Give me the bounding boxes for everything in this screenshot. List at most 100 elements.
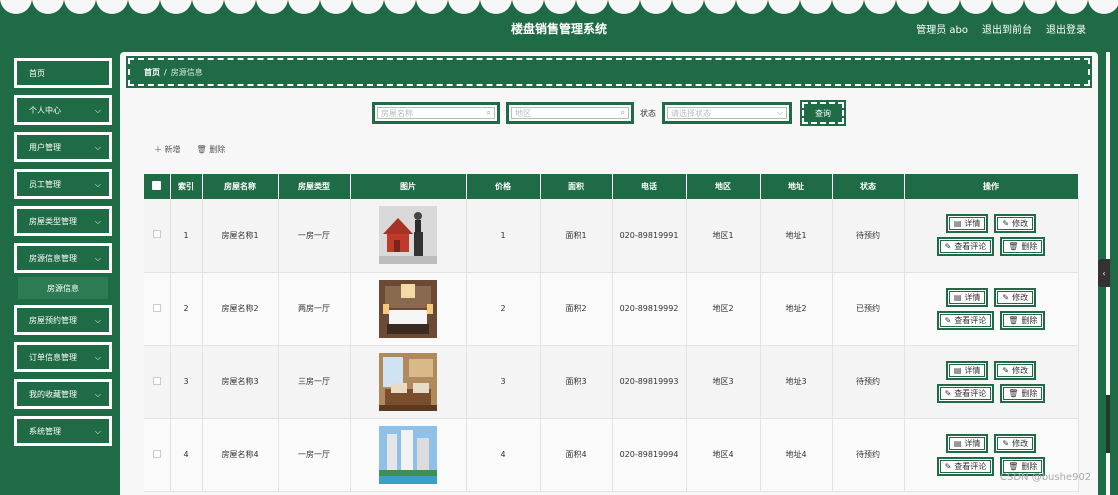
edit-label: 修改 xyxy=(1012,292,1029,302)
search-icon: ⌕ xyxy=(486,108,491,117)
row-checkbox[interactable] xyxy=(152,449,161,458)
top-bar: 楼盘销售管理系统 管理员 abo 退出到前台 退出登录 xyxy=(0,0,1118,48)
delete-button[interactable]: 🗑 删除 xyxy=(197,144,226,155)
detail-button[interactable]: ▤ 详情 xyxy=(945,214,989,234)
delete-row-button[interactable]: 🗑 删除 xyxy=(1000,383,1046,403)
edit-button[interactable]: ✎ 修改 xyxy=(994,287,1037,307)
cell-price: 3 xyxy=(466,345,541,419)
select-all-checkbox[interactable] xyxy=(144,174,171,199)
detail-button[interactable]: ▤ 详情 xyxy=(945,433,989,453)
delete-row-button[interactable]: 🗑 删除 xyxy=(1000,310,1046,330)
cell-operations: ▤ 详情 ✎ 修改 ✎ 查看评论 🗑 删除 xyxy=(904,272,1079,346)
cell-phone: 020-89819992 xyxy=(612,272,687,346)
sidebar-item-booking-management[interactable]: 房屋预约管理 ⌵ xyxy=(14,305,112,335)
cell-image xyxy=(350,272,467,346)
review-label: 查看评论 xyxy=(954,315,987,325)
add-button[interactable]: ＋ 新增 xyxy=(154,144,181,155)
add-label: 新增 xyxy=(164,145,181,154)
status-select[interactable]: 请选择状态 ⌵ xyxy=(662,102,792,124)
sidebar-item-favorites-management[interactable]: 我的收藏管理 ⌵ xyxy=(14,379,112,409)
row-checkbox[interactable] xyxy=(152,230,161,239)
col-header: 索引 xyxy=(170,174,203,199)
review-label: 查看评论 xyxy=(954,461,987,471)
row-checkbox[interactable] xyxy=(152,303,161,312)
detail-button[interactable]: ▤ 详情 xyxy=(945,360,989,380)
edit-label: 修改 xyxy=(1012,365,1029,375)
scrollbar-thumb[interactable] xyxy=(1106,395,1110,453)
pencil-icon: ✎ xyxy=(944,242,952,252)
edit-button[interactable]: ✎ 修改 xyxy=(994,360,1037,380)
delete-row-label: 删除 xyxy=(1021,388,1038,398)
query-button[interactable]: 查询 xyxy=(800,100,846,126)
cell-region: 地区2 xyxy=(686,272,761,346)
exit-to-front-link[interactable]: 退出到前台 xyxy=(982,21,1032,36)
sidebar-item-label: 用户管理 xyxy=(29,142,61,152)
cell-phone: 020-89819993 xyxy=(612,345,687,419)
edit-label: 修改 xyxy=(1012,438,1029,448)
row-checkbox[interactable] xyxy=(152,376,161,385)
document-icon: ▤ xyxy=(953,365,962,375)
sidebar-item-system-management[interactable]: 系统管理 ⌵ xyxy=(14,416,112,446)
sidebar-item-personal-center[interactable]: 个人中心 ⌵ xyxy=(14,95,112,125)
chevron-down-icon: ⌵ xyxy=(94,217,101,226)
main-content: 首页 / 房源信息 房屋名称 ⌕ 地区 ⌕ 状态 请选择状态 ⌵ 查询 ＋ 新增… xyxy=(120,52,1098,495)
document-icon: ▤ xyxy=(953,219,962,229)
edit-button[interactable]: ✎ 修改 xyxy=(994,214,1037,234)
cell-index: 2 xyxy=(170,272,203,346)
sidebar: 首页 个人中心 ⌵ 用户管理 ⌵ 员工管理 ⌵ 房屋类型管理 ⌵ 房源信息管理 ⌵ 房源信… xyxy=(14,58,112,453)
cell-name: 房屋名称2 xyxy=(202,272,279,346)
view-reviews-button[interactable]: ✎ 查看评论 xyxy=(936,310,995,330)
pencil-icon: ✎ xyxy=(944,388,952,398)
detail-button[interactable]: ▤ 详情 xyxy=(945,287,989,307)
edit-button[interactable]: ✎ 修改 xyxy=(994,433,1037,453)
house-photo-4[interactable] xyxy=(379,425,437,484)
sidebar-item-home[interactable]: 首页 xyxy=(14,58,112,88)
collapse-panel-tab[interactable]: ‹ xyxy=(1098,259,1110,287)
table-row: 1 房屋名称1 一房一厅 1 面积1 020-89819991 地区1 地址1 … xyxy=(144,199,1079,273)
cell-type: 三房一厅 xyxy=(278,345,351,419)
cell-name: 房屋名称4 xyxy=(202,418,279,492)
detail-label: 详情 xyxy=(964,292,981,302)
col-header: 面积 xyxy=(540,174,613,199)
delete-row-button[interactable]: 🗑 删除 xyxy=(1000,237,1046,257)
trash-icon: 🗑 xyxy=(196,145,210,154)
review-label: 查看评论 xyxy=(954,242,987,252)
status-placeholder: 请选择状态 xyxy=(671,108,711,118)
view-reviews-button[interactable]: ✎ 查看评论 xyxy=(936,237,995,257)
house-photo-2[interactable] xyxy=(379,279,437,338)
cell-area: 面积2 xyxy=(540,272,613,346)
region-search-input[interactable]: 地区 ⌕ xyxy=(506,102,634,124)
detail-label: 详情 xyxy=(964,438,981,448)
col-header: 房屋名称 xyxy=(202,174,279,199)
cell-status: 待预约 xyxy=(832,345,905,419)
cell-phone: 020-89819991 xyxy=(612,199,687,273)
cell-price: 4 xyxy=(466,418,541,492)
sidebar-item-order-management[interactable]: 订单信息管理 ⌵ xyxy=(14,342,112,372)
cell-operations: ▤ 详情 ✎ 修改 ✎ 查看评论 🗑 删除 xyxy=(904,199,1079,273)
sidebar-item-house-type-management[interactable]: 房屋类型管理 ⌵ xyxy=(14,206,112,236)
sidebar-item-label: 个人中心 xyxy=(29,105,61,115)
sidebar-item-listing-management[interactable]: 房源信息管理 ⌵ xyxy=(14,243,112,273)
house-photo-1[interactable] xyxy=(379,206,437,265)
view-reviews-button[interactable]: ✎ 查看评论 xyxy=(936,383,995,403)
sidebar-item-staff-management[interactable]: 员工管理 ⌵ xyxy=(14,169,112,199)
trash-icon: 🗑 xyxy=(1008,315,1019,325)
delete-row-label: 删除 xyxy=(1021,461,1038,471)
sidebar-item-label: 系统管理 xyxy=(29,426,61,436)
view-reviews-button[interactable]: ✎ 查看评论 xyxy=(936,456,995,476)
chevron-down-icon: ⌵ xyxy=(776,108,783,117)
col-header: 状态 xyxy=(832,174,905,199)
cell-name: 房屋名称1 xyxy=(202,199,279,273)
house-name-search-input[interactable]: 房屋名称 ⌕ xyxy=(372,102,500,124)
logout-link[interactable]: 退出登录 xyxy=(1046,21,1086,36)
trash-icon: 🗑 xyxy=(1008,388,1019,398)
cell-index: 1 xyxy=(170,199,203,273)
col-header: 价格 xyxy=(466,174,541,199)
breadcrumb-home[interactable]: 首页 xyxy=(144,67,160,78)
review-label: 查看评论 xyxy=(954,388,987,398)
house-photo-3[interactable] xyxy=(379,352,437,411)
col-header: 房屋类型 xyxy=(278,174,351,199)
plus-icon: ＋ xyxy=(154,145,165,154)
sidebar-subitem-listing-info[interactable]: 房源信息 xyxy=(18,277,108,299)
sidebar-item-user-management[interactable]: 用户管理 ⌵ xyxy=(14,132,112,162)
